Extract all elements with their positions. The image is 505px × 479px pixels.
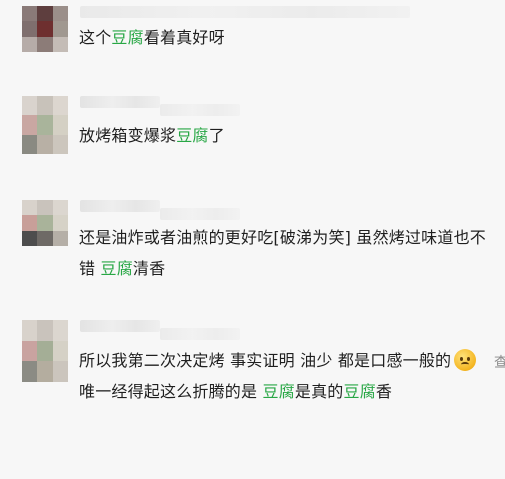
- avatar-blurred[interactable]: [22, 6, 68, 52]
- username-blurred: [80, 200, 160, 212]
- side-action-label[interactable]: 查: [494, 352, 505, 372]
- comment-text-segment: 了: [208, 126, 225, 145]
- username-blurred: [160, 328, 240, 340]
- confused-face-icon: [454, 349, 477, 371]
- keyword-link[interactable]: 豆腐: [176, 126, 208, 145]
- username-blurred: [160, 104, 240, 116]
- comment-text-segment: 唯一经得起这么折腾的是: [79, 382, 263, 401]
- username-blurred: [80, 320, 160, 332]
- avatar-blurred[interactable]: [22, 96, 68, 154]
- comment-text-segment: 看着真好呀: [143, 28, 225, 47]
- username-blurred: [160, 208, 240, 220]
- username-blurred: [80, 6, 410, 18]
- avatar-blurred[interactable]: [22, 200, 68, 246]
- comment-text: 还是油炸或者油煎的更好吃[破涕为笑] 虽然烤过味道也不错 豆腐清香: [79, 222, 489, 284]
- comment-text-segment: 放烤箱变爆浆: [79, 126, 177, 145]
- comment-text-segment: 所以我第二次决定烤 事实证明 油少 都是口感一般的: [79, 351, 452, 370]
- comment-text-segment: 是真的: [294, 382, 344, 401]
- keyword-link[interactable]: 豆腐: [344, 382, 376, 401]
- comment-text-segment: 清香: [132, 259, 166, 278]
- comment-text: 所以我第二次决定烤 事实证明 油少 都是口感一般的 唯一经得起这么折腾的是 豆腐…: [79, 345, 489, 407]
- comment-text-segment: 这个: [79, 28, 112, 47]
- comment-text-segment: 香: [375, 382, 393, 401]
- keyword-link[interactable]: 豆腐: [263, 382, 295, 401]
- avatar-blurred[interactable]: [22, 320, 68, 382]
- username-blurred: [80, 96, 160, 108]
- keyword-link[interactable]: 豆腐: [101, 259, 133, 278]
- comment-text: 这个豆腐看着真好呀: [79, 22, 489, 53]
- comment-text: 放烤箱变爆浆豆腐了: [79, 120, 489, 151]
- keyword-link[interactable]: 豆腐: [111, 28, 143, 47]
